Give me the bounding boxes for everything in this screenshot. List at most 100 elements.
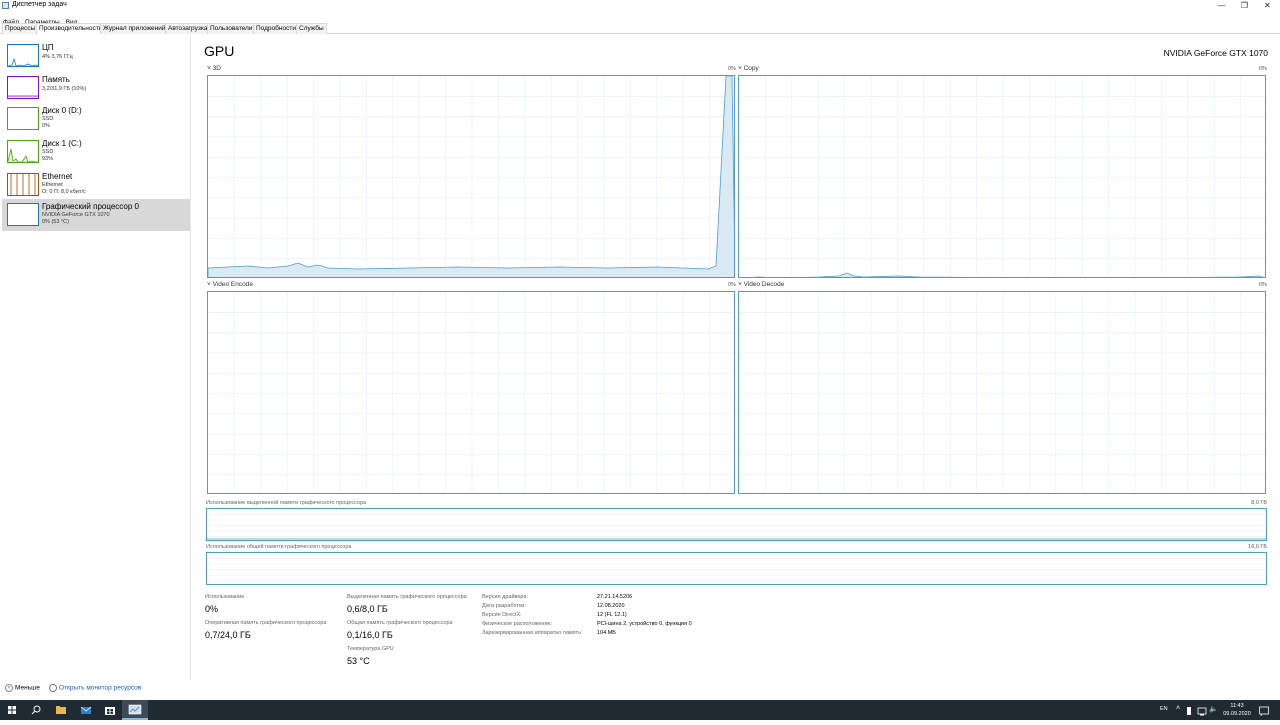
resource-monitor-label: Открыть монитор ресурсов xyxy=(59,684,142,692)
sidebar-item-detail: 3,2/31,9 ГБ (10%) xyxy=(42,86,87,92)
directx-version-value: 12 (FL 12.1) xyxy=(597,612,627,618)
windows-taskbar: EN ˄ 🔈 11:43 09.09.2020 xyxy=(0,700,1280,720)
graph-shared-memory xyxy=(206,552,1267,585)
sidebar-item-label: Ethernet xyxy=(42,172,73,181)
temperature-label: Температура GPU xyxy=(347,646,394,652)
tab-performance[interactable]: Производительность xyxy=(36,23,106,35)
sidebar-item-detail: Ethernet xyxy=(42,182,63,188)
window-title: Диспетчер задач xyxy=(12,1,67,8)
ethernet-thumbnail xyxy=(7,173,39,196)
physical-location-label: Физическое расположение: xyxy=(482,621,553,627)
chevron-up-icon[interactable]: ˄ xyxy=(1176,705,1180,712)
gpu-memory-value: 0,7/24,0 ГБ xyxy=(205,630,251,640)
sidebar-item-label: Графический процессор 0 xyxy=(42,202,139,211)
panel-label: 3D xyxy=(212,65,221,72)
reserved-memory-label: Зарезервированная аппаратно память: xyxy=(482,630,583,636)
sidebar-item-detail: NVIDIA GeForce GTX 1070 xyxy=(42,212,110,218)
maximize-button[interactable]: ❐ xyxy=(1233,0,1256,11)
fewer-details-label: Меньше xyxy=(15,684,40,692)
panel-label: Video Encode xyxy=(212,281,253,288)
graph-dedicated-memory xyxy=(206,508,1267,541)
gpu-model-name: NVIDIA GeForce GTX 1070 xyxy=(1163,48,1268,58)
title-bar: Диспетчер задач — ❐ ✕ xyxy=(0,0,1280,11)
resource-monitor-icon xyxy=(49,684,57,692)
dedicated-stat-label: Выделенная память графического процессор… xyxy=(347,594,467,600)
sidebar-item-ethernet[interactable]: Ethernet Ethernet О: 0 П: 8,0 кбит/с xyxy=(2,169,190,201)
graph-video-encode xyxy=(207,291,735,494)
usage-label: Использование xyxy=(205,594,245,600)
sidebar-item-memory[interactable]: Память 3,2/31,9 ГБ (10%) xyxy=(2,72,190,104)
gpu-thumbnail xyxy=(7,203,39,226)
clock-date[interactable]: 09.09.2020 xyxy=(1222,711,1252,717)
mail-icon[interactable] xyxy=(79,703,93,717)
gpu-memory-label: Оперативная память графического процессо… xyxy=(205,620,327,626)
fewer-details-button[interactable]: ˄ Меньше xyxy=(5,684,40,692)
sidebar-item-detail-2: О: 0 П: 8,0 кбит/с xyxy=(42,189,86,195)
panel-label: Copy xyxy=(743,65,759,72)
store-icon[interactable] xyxy=(103,703,117,717)
graph-3d xyxy=(207,75,735,278)
task-manager-icon xyxy=(2,2,9,9)
dedicated-memory-label: Использование выделенной памяти графичес… xyxy=(206,500,367,506)
panel-percent: 0% xyxy=(728,282,736,288)
tab-services[interactable]: Службы xyxy=(296,23,327,34)
search-icon[interactable] xyxy=(29,703,43,717)
graph-video-decode xyxy=(738,291,1266,494)
tab-app-history[interactable]: Журнал приложений xyxy=(100,23,169,34)
clock-time[interactable]: 11:43 xyxy=(1224,703,1250,709)
shared-stat-label: Общая память графического процессора xyxy=(347,620,453,626)
sidebar-item-detail: SSD xyxy=(42,116,54,122)
tab-processes[interactable]: Процессы xyxy=(2,23,39,34)
reserved-memory-value: 104 МБ xyxy=(597,630,616,636)
minimize-button[interactable]: — xyxy=(1210,0,1233,11)
sidebar-item-detail-2: 0% (53 °C) xyxy=(42,219,69,225)
language-indicator[interactable]: EN xyxy=(1160,706,1168,712)
tab-users[interactable]: Пользователи xyxy=(207,23,256,34)
usb-icon[interactable] xyxy=(1184,704,1194,716)
sidebar-item-detail-2: 0% xyxy=(42,123,50,129)
tab-details[interactable]: Подробности xyxy=(253,23,299,34)
chevron-up-icon: ˄ xyxy=(5,684,13,692)
shared-memory-label: Использование общей памяти графического … xyxy=(206,544,352,550)
sidebar-item-cpu[interactable]: ЦП 4% 3,76 ГГц xyxy=(2,40,190,72)
close-button[interactable]: ✕ xyxy=(1256,0,1279,11)
performance-sidebar: ЦП 4% 3,76 ГГц Память 3,2/31,9 ГБ (10%) … xyxy=(0,35,191,680)
sidebar-item-disk-0[interactable]: Диск 0 (D:) SSD 0% xyxy=(2,103,190,135)
file-explorer-icon[interactable] xyxy=(54,703,68,717)
tab-startup[interactable]: Автозагрузка xyxy=(165,23,211,34)
sidebar-item-label: Диск 0 (D:) xyxy=(42,106,82,115)
engine-selector-video-decode[interactable]: ˅ Video Decode xyxy=(738,281,784,288)
driver-date-value: 12.08.2020 xyxy=(597,603,625,609)
sidebar-item-label: Диск 1 (C:) xyxy=(42,139,82,148)
physical-location-value: PCI-шина 2, устройство 0, функция 0 xyxy=(597,621,692,627)
windows-start-icon[interactable] xyxy=(5,703,19,717)
engine-selector-video-encode[interactable]: ˅ Video Encode xyxy=(207,281,253,288)
usage-value: 0% xyxy=(205,604,219,614)
engine-selector-3d[interactable]: ˅ 3D xyxy=(207,65,221,72)
engine-selector-copy[interactable]: ˅ Copy xyxy=(738,65,759,72)
notifications-icon[interactable] xyxy=(1258,704,1270,717)
disk-1-thumbnail xyxy=(7,140,39,163)
sidebar-item-disk-1[interactable]: Диск 1 (C:) SSD 93% xyxy=(2,136,190,168)
panel-percent: 0% xyxy=(1259,282,1267,288)
panel-percent: 0% xyxy=(1259,66,1267,72)
network-icon[interactable] xyxy=(1197,704,1207,716)
sidebar-item-gpu-0[interactable]: Графический процессор 0 NVIDIA GeForce G… xyxy=(2,199,190,231)
driver-version-label: Версия драйвера: xyxy=(482,594,529,600)
directx-version-label: Версия DirectX: xyxy=(482,612,522,618)
shared-stat-value: 0,1/16,0 ГБ xyxy=(347,630,393,640)
dedicated-memory-max: 8,0 ГБ xyxy=(1251,500,1267,506)
panel-label: Video Decode xyxy=(743,281,785,288)
shared-memory-max: 16,0 ГБ xyxy=(1248,544,1267,550)
open-resource-monitor-link[interactable]: Открыть монитор ресурсов xyxy=(49,684,141,692)
volume-icon[interactable]: 🔈 xyxy=(1209,705,1218,713)
graph-copy xyxy=(738,75,1266,278)
taskbar-task-manager[interactable] xyxy=(122,700,148,720)
driver-date-label: Дата разработки: xyxy=(482,603,527,609)
menu-bar: ФайлПараметрыВид xyxy=(0,11,1280,26)
sidebar-item-label: Память xyxy=(42,75,70,84)
gpu-details-pane: GPU NVIDIA GeForce GTX 1070 ˅ 3D 0% ˅ Co… xyxy=(192,35,1280,680)
dedicated-stat-value: 0,6/8,0 ГБ xyxy=(347,604,388,614)
temperature-value: 53 °C xyxy=(347,656,370,666)
memory-thumbnail xyxy=(7,76,39,99)
